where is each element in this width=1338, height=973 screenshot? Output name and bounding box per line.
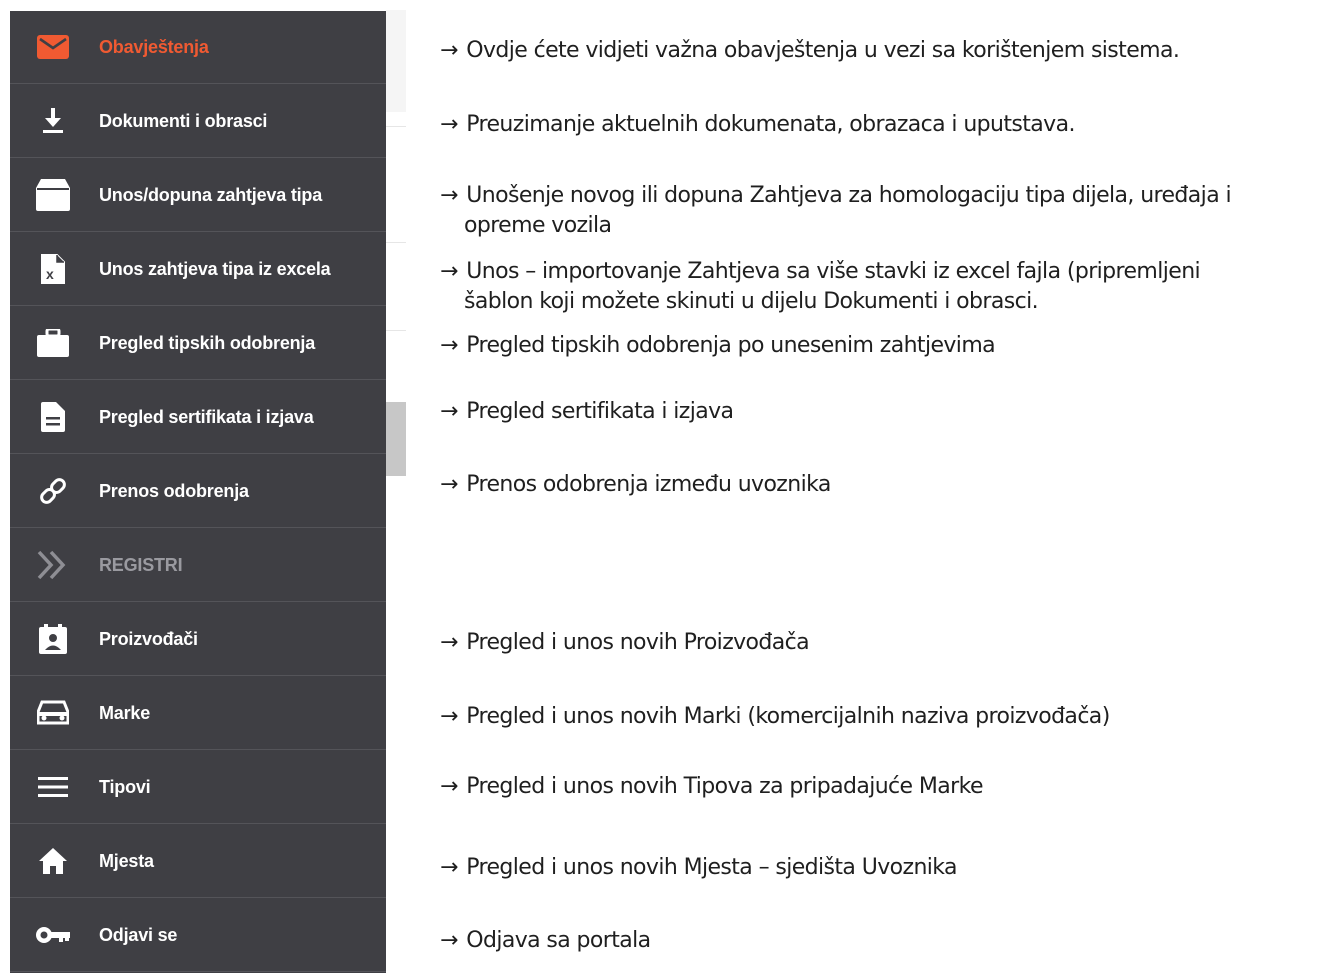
arrow-icon: → xyxy=(440,630,458,655)
arrow-icon: → xyxy=(440,399,458,424)
sidebar-item-proizvodjaci[interactable]: Proizvođači xyxy=(10,603,386,676)
arrow-icon: → xyxy=(440,704,458,729)
description-pregled-sertifikata: → Pregled sertifikata i izjava xyxy=(440,399,734,424)
description-unos-excel: → Unos – importovanje Zahtjeva sa više s… xyxy=(440,259,1201,314)
description-dokumenti: → Preuzimanje aktuelnih dokumenata, obra… xyxy=(440,112,1075,137)
sidebar-item-odjava[interactable]: Odjavi se xyxy=(10,899,386,972)
divider xyxy=(386,242,406,243)
description-mjesta: → Pregled i unos novih Mjesta – sjedišta… xyxy=(440,855,958,880)
sidebar-item-label: Marke xyxy=(99,702,151,723)
arrow-icon: → xyxy=(440,928,458,953)
svg-text:x: x xyxy=(46,266,54,282)
sidebar-item-label: Odjavi se xyxy=(99,924,178,945)
sidebar-item-obavjestenja[interactable]: Obavještenja xyxy=(10,11,386,84)
sidebar-item-label: Unos/dopuna zahtjeva tipa xyxy=(99,184,323,205)
sidebar-item-mjesta[interactable]: Mjesta xyxy=(10,825,386,898)
divider xyxy=(386,330,406,331)
section-header-label: REGISTRI xyxy=(99,554,183,575)
sidebar-item-label: Pregled tipskih odobrenja xyxy=(99,332,316,353)
sidebar-item-label: Dokumenti i obrasci xyxy=(99,110,268,131)
sidebar-item-label: Tipovi xyxy=(99,776,151,797)
download-icon xyxy=(36,104,70,138)
menu-icon xyxy=(36,770,70,804)
arrow-icon: → xyxy=(440,855,458,880)
sidebar-item-pregled-odobrenja[interactable]: Pregled tipskih odobrenja xyxy=(10,307,386,380)
arrow-icon: → xyxy=(440,38,458,63)
scrollbar-thumb[interactable] xyxy=(386,402,406,476)
background-panel xyxy=(386,10,406,112)
mail-icon xyxy=(36,30,70,64)
key-icon xyxy=(36,918,70,952)
inbox-icon xyxy=(36,178,70,212)
description-obavjestenja: → Ovdje ćete vidjeti važna obavještenja … xyxy=(440,38,1180,63)
sidebar-item-tipovi[interactable]: Tipovi xyxy=(10,751,386,824)
excel-icon: x xyxy=(36,252,70,286)
sidebar-item-unos-excel[interactable]: x Unos zahtjeva tipa iz excela xyxy=(10,233,386,306)
home-icon xyxy=(36,844,70,878)
link-icon xyxy=(36,474,70,508)
sidebar-item-label: Proizvođači xyxy=(99,628,198,649)
sidebar-item-label: Obavještenja xyxy=(99,36,209,57)
description-proizvodjaci: → Pregled i unos novih Proizvođača xyxy=(440,630,810,655)
section-header-registri[interactable]: REGISTRI xyxy=(10,529,386,602)
description-odjava: → Odjava sa portala xyxy=(440,928,651,953)
sidebar-item-dokumenti[interactable]: Dokumenti i obrasci xyxy=(10,85,386,158)
arrow-icon: → xyxy=(440,472,458,497)
description-prenos: → Prenos odobrenja između uvoznika xyxy=(440,472,831,497)
sidebar-item-label: Mjesta xyxy=(99,850,154,871)
description-pregled-odobrenja: → Pregled tipskih odobrenja po unesenim … xyxy=(440,333,996,358)
briefcase-icon xyxy=(36,326,70,360)
contact-icon xyxy=(36,622,70,656)
sidebar: Obavještenja Dokumenti i obrasci Unos/do… xyxy=(10,11,386,973)
arrow-icon: → xyxy=(440,259,458,284)
description-unos-dopuna: → Unošenje novog ili dopuna Zahtjeva za … xyxy=(440,183,1232,238)
arrow-icon: → xyxy=(440,774,458,799)
sidebar-item-label: Prenos odobrenja xyxy=(99,480,249,501)
sidebar-item-prenos[interactable]: Prenos odobrenja xyxy=(10,455,386,528)
sidebar-item-label: Unos zahtjeva tipa iz excela xyxy=(99,258,331,279)
arrow-icon: → xyxy=(440,183,458,208)
sidebar-item-label: Pregled sertifikata i izjava xyxy=(99,406,314,427)
sidebar-item-pregled-sertifikata[interactable]: Pregled sertifikata i izjava xyxy=(10,381,386,454)
sidebar-item-marke[interactable]: Marke xyxy=(10,677,386,750)
description-marke: → Pregled i unos novih Marki (komercijal… xyxy=(440,704,1110,729)
arrow-icon: → xyxy=(440,333,458,358)
car-icon xyxy=(36,696,70,730)
arrow-icon: → xyxy=(440,112,458,137)
sidebar-item-unos-dopuna[interactable]: Unos/dopuna zahtjeva tipa xyxy=(10,159,386,232)
double-chevron-icon xyxy=(36,548,70,582)
document-icon xyxy=(36,400,70,434)
divider xyxy=(386,126,406,127)
description-tipovi: → Pregled i unos novih Tipova za pripada… xyxy=(440,774,983,799)
